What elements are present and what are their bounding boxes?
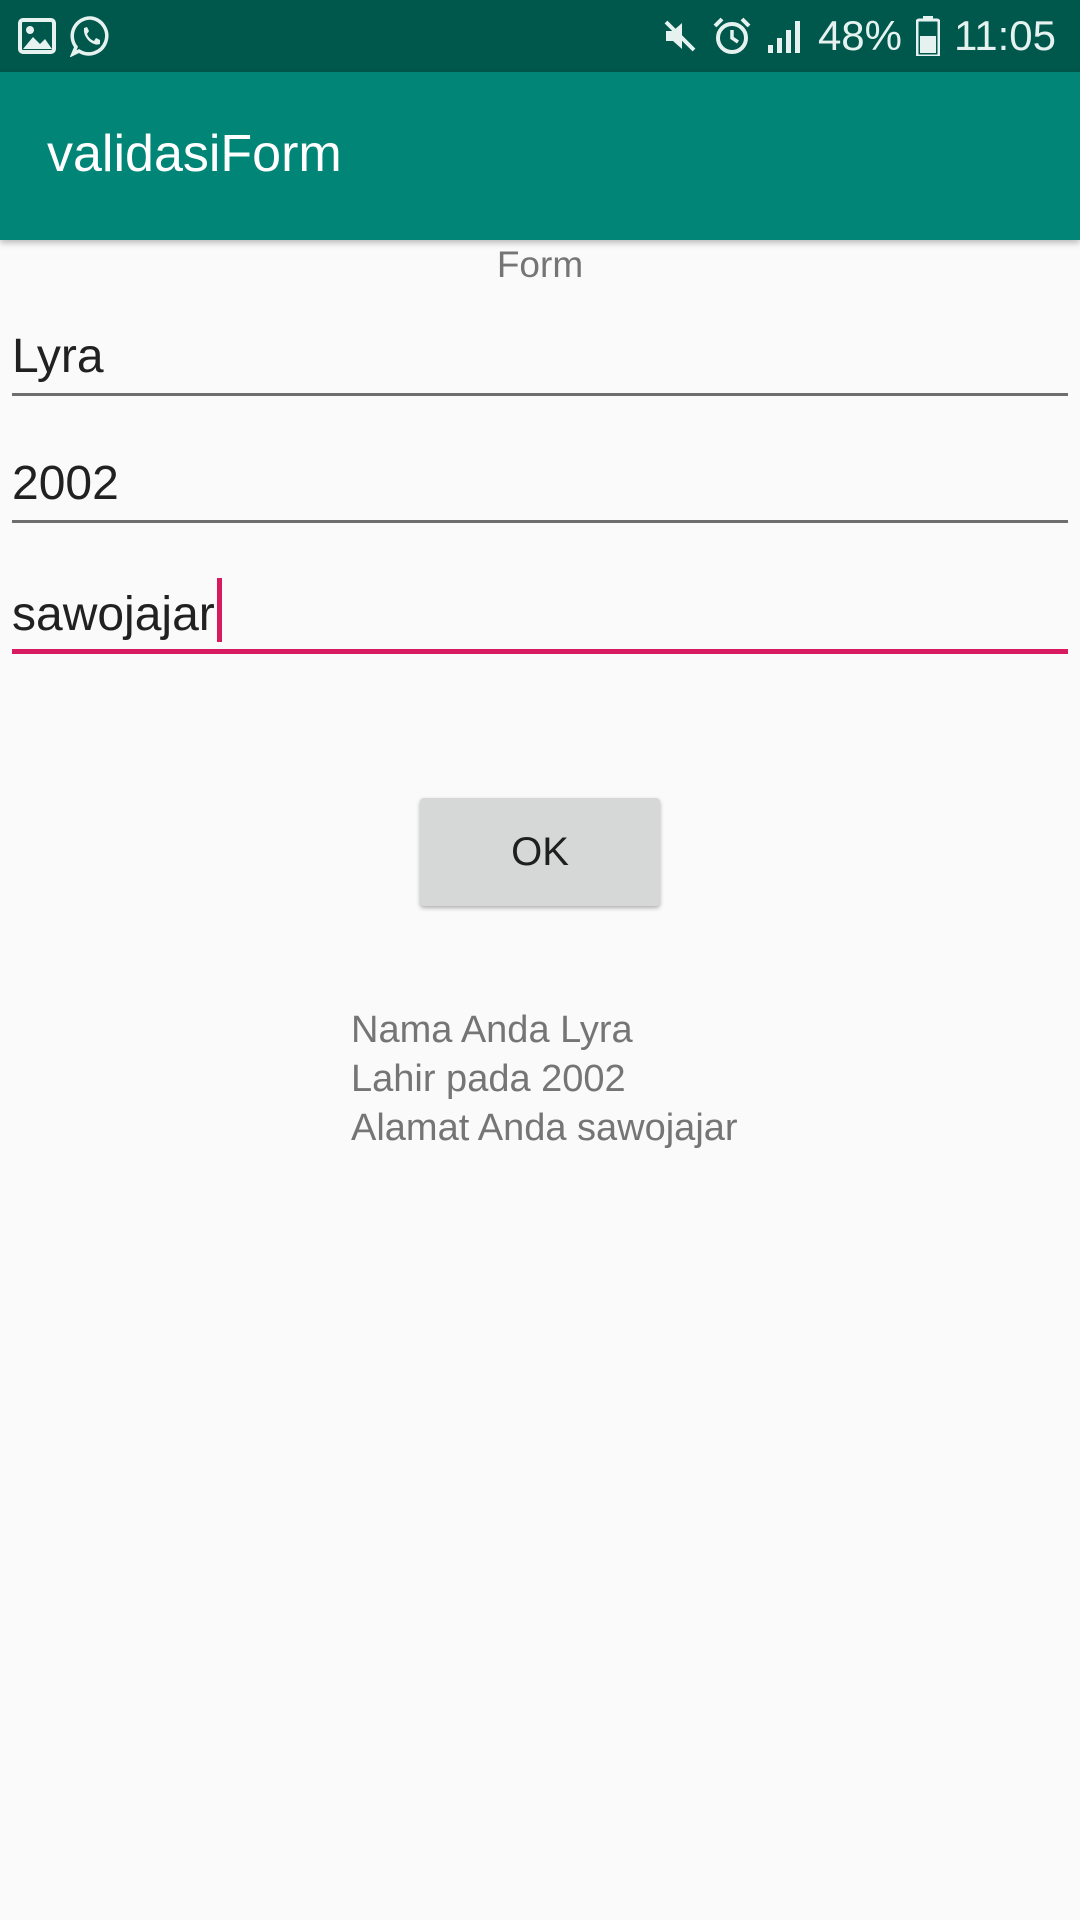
name-field-underline: [12, 393, 1068, 396]
battery-icon: [916, 16, 940, 56]
ok-button[interactable]: OK: [420, 798, 660, 906]
result-birth-line: Lahir pada 2002: [351, 1058, 626, 1100]
form-label: Form: [496, 244, 584, 285]
app-bar: validasiForm: [0, 72, 1080, 240]
system-status: 48% 11:05: [662, 10, 1056, 62]
notification-icons: [18, 14, 112, 58]
address-field-underline: [12, 649, 1068, 654]
result-text: Nama Anda Lyra Lahir pada 2002 Alamat An…: [351, 1006, 738, 1153]
result-name-line: Nama Anda Lyra: [351, 1009, 633, 1051]
year-field[interactable]: 2002: [12, 443, 1068, 523]
address-field-value: sawojajar: [12, 588, 215, 641]
app-title: validasiForm: [47, 125, 342, 183]
battery-percent: 48%: [817, 12, 902, 59]
gallery-icon: [18, 18, 56, 54]
status-bar: 48% 11:05: [0, 0, 1080, 72]
alarm-icon: [712, 16, 752, 56]
year-field-underline: [12, 520, 1068, 523]
whatsapp-icon: [70, 15, 112, 57]
address-field[interactable]: sawojajar: [12, 574, 1068, 654]
name-field-value: Lyra: [12, 330, 104, 383]
signal-icon: [766, 19, 804, 53]
clock: 11:05: [954, 12, 1056, 59]
text-cursor: [216, 578, 222, 642]
mute-icon: [662, 18, 698, 54]
year-field-value: 2002: [12, 457, 119, 510]
result-address-line: Alamat Anda sawojajar: [351, 1107, 738, 1149]
address-field-value-wrap: sawojajar: [12, 578, 222, 644]
name-field[interactable]: Lyra: [12, 316, 1068, 396]
